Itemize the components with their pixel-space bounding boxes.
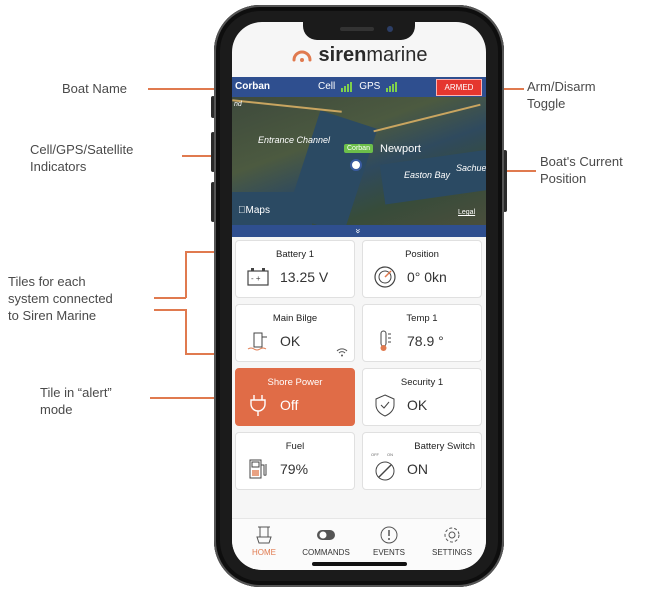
callout-boat-name: Boat Name — [62, 81, 128, 96]
map-label-sachue: Sachue — [456, 163, 486, 173]
phone-camera — [387, 26, 393, 32]
map-legal-link[interactable]: Legal — [458, 209, 475, 216]
tile-battery-1[interactable]: Battery 1 - + 13.25 V — [235, 240, 355, 298]
cell-signal-icon — [341, 81, 353, 92]
callout-tiles-line-h3 — [154, 309, 186, 311]
shield-icon — [375, 394, 395, 417]
fuel-icon — [249, 459, 267, 479]
boat-pin-label: Corban — [344, 144, 373, 153]
connection-indicators: Cell GPS — [318, 81, 398, 92]
callout-alert: Tile in “alert” mode — [40, 385, 112, 417]
chevron-down-icon: » — [353, 228, 364, 234]
tab-commands[interactable]: COMMANDS — [296, 525, 356, 557]
callout-tiles-line-v2 — [185, 309, 187, 354]
plug-icon — [250, 395, 266, 416]
boat-position-pin[interactable] — [350, 159, 362, 171]
svg-text:- +: - + — [251, 274, 261, 283]
compass-icon — [374, 266, 396, 288]
map-label-entrance: Entrance Channel — [258, 135, 331, 145]
app-logo: sirenmarine — [232, 40, 486, 70]
maps-attribution: Maps — [238, 205, 270, 216]
map-road-1 — [373, 103, 481, 133]
callout-tiles-line-h1 — [154, 297, 186, 299]
phone-speaker — [340, 27, 374, 31]
tile-security-1[interactable]: Security 1 OK — [362, 368, 482, 426]
home-indicator — [312, 562, 407, 566]
tile-fuel[interactable]: Fuel 79% — [235, 432, 355, 490]
switch-icon — [375, 461, 395, 481]
tile-main-bilge[interactable]: Main Bilge OK — [235, 304, 355, 362]
battery-icon: - + — [247, 268, 269, 286]
wifi-icon — [336, 348, 348, 357]
tab-settings[interactable]: SETTINGS — [422, 525, 482, 557]
tile-position[interactable]: Position 0° 0kn — [362, 240, 482, 298]
switch-off-mark: OFF — [371, 452, 379, 457]
boat-name[interactable]: Corban — [235, 81, 270, 92]
tab-home[interactable]: HOME — [234, 525, 294, 557]
cell-label: Cell — [318, 81, 336, 92]
status-bar: Corban Cell GPS ARMED — [232, 77, 486, 97]
callout-indicators: Cell/GPS/Satellite Indicators — [30, 142, 134, 174]
gear-icon — [444, 527, 460, 543]
expand-map-chevron[interactable]: » — [232, 225, 486, 237]
callout-tiles-line-v1 — [185, 251, 187, 298]
callout-position: Boat's Current Position — [540, 154, 623, 186]
callout-arm-toggle: Arm/Disarm Toggle — [527, 79, 596, 111]
callout-tiles: Tiles for each system connected to Siren… — [8, 274, 113, 323]
toggle-icon — [317, 530, 335, 540]
siren-logo-icon — [292, 50, 312, 62]
phone-notch — [303, 22, 415, 40]
gps-label: GPS — [359, 81, 381, 92]
map-label-newport: Newport — [380, 143, 421, 155]
gps-signal-icon — [386, 81, 398, 92]
brand-bold: siren — [318, 43, 367, 66]
map-road-2 — [232, 99, 342, 113]
tab-events[interactable]: EVENTS — [359, 525, 419, 557]
thermometer-icon — [380, 330, 391, 351]
map-view[interactable]: nd Entrance Channel Newport Easton Bay S… — [232, 97, 486, 225]
tile-temp-1[interactable]: Temp 1 78.9 ° — [362, 304, 482, 362]
alert-circle-icon — [380, 526, 398, 544]
map-corner-label: nd — [234, 101, 242, 108]
boat-home-icon — [256, 526, 272, 544]
arm-disarm-toggle[interactable]: ARMED — [436, 79, 482, 96]
map-label-easton: Easton Bay — [404, 170, 451, 180]
tile-shore-power[interactable]: Shore Power Off — [235, 368, 355, 426]
app-screen: sirenmarine Corban Cell GPS ARMED nd Ent… — [232, 22, 486, 570]
brand-light: marine — [366, 43, 428, 66]
bilge-pump-icon — [247, 332, 267, 351]
tile-battery-switch[interactable]: Battery Switch OFF ON ON — [362, 432, 482, 490]
switch-on-mark: ON — [387, 452, 393, 457]
